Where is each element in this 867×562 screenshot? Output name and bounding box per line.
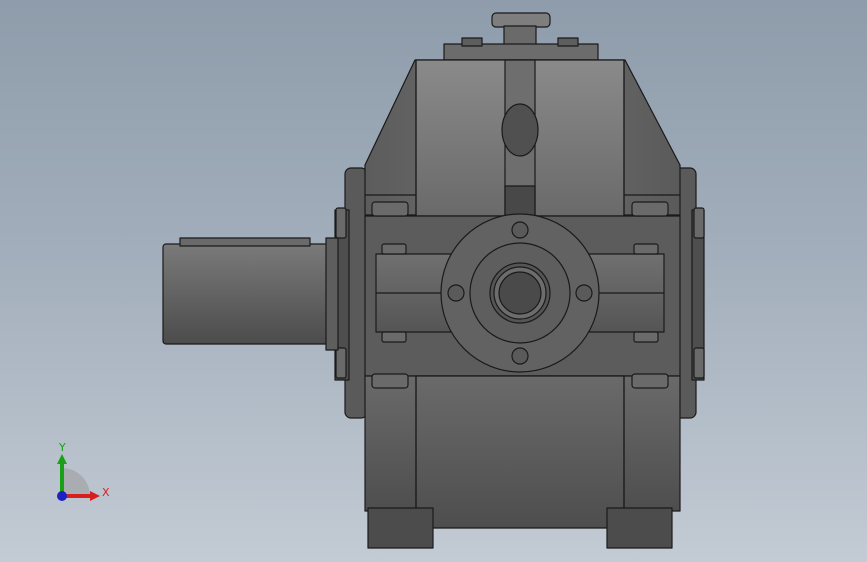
cad-viewport[interactable]: Y X: [0, 0, 867, 562]
top-vent-cap: [443, 12, 599, 61]
output-flange: [440, 213, 600, 373]
upper-housing: [364, 59, 681, 217]
input-shaft: [162, 237, 339, 351]
y-axis-label: Y: [59, 441, 66, 454]
z-axis-dot: [57, 491, 67, 501]
axis-triad: Y X: [48, 440, 128, 510]
gearbox-model[interactable]: [0, 0, 867, 562]
x-axis-label: X: [102, 486, 110, 499]
